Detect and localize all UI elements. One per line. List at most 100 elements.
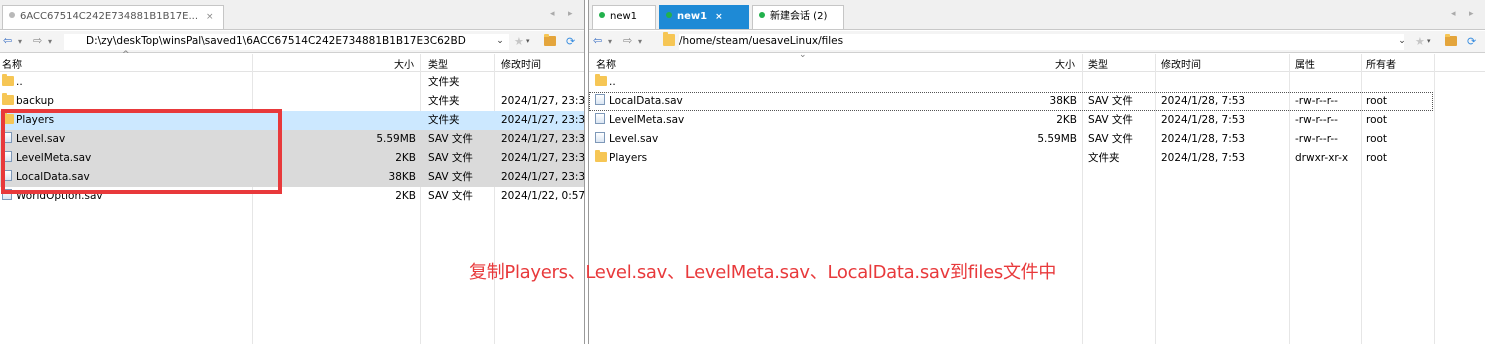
file-owner: root	[1366, 114, 1388, 126]
file-row[interactable]: .. 文件夹	[0, 73, 584, 92]
chevron-down-icon[interactable]: ⌄	[493, 34, 507, 50]
column-name[interactable]: 名称	[2, 56, 22, 71]
back-icon[interactable]: ⇦	[593, 34, 602, 47]
refresh-icon[interactable]: ⟳	[566, 34, 575, 49]
chevron-down-icon[interactable]: ⌄	[1395, 34, 1409, 50]
sort-indicator-icon: ^	[122, 50, 130, 60]
file-modified: 2024/1/27, 23:33	[501, 133, 585, 145]
close-icon[interactable]: ×	[206, 12, 214, 22]
forward-icon[interactable]: ⇨	[33, 34, 42, 47]
column-permissions[interactable]: 属性	[1295, 56, 1315, 71]
folder-icon	[663, 32, 675, 49]
back-dropdown-icon[interactable]: ▾	[18, 37, 22, 46]
file-name: ..	[609, 76, 616, 88]
file-type: 文件夹	[428, 76, 460, 88]
back-dropdown-icon[interactable]: ▾	[608, 37, 612, 46]
right-tab-bar: new1 new1 × 新建会话 (2) ◂ ▸	[589, 0, 1485, 30]
column-type[interactable]: 类型	[1088, 56, 1108, 71]
star-icon[interactable]: ★	[1415, 34, 1425, 49]
sort-indicator-icon: ⌄	[799, 50, 807, 60]
file-name: ..	[16, 76, 23, 88]
file-row[interactable]: LocalData.sav 38KB SAV 文件 2024/1/28, 7:53 -r…	[589, 92, 1433, 111]
file-name: Players	[609, 152, 648, 164]
folder-icon	[2, 74, 14, 86]
instruction-annotation: 复制Players、Level.sav、LevelMeta.sav、LocalD…	[469, 262, 1057, 283]
left-file-pane: 6ACC67514C242E734881B1B17E... × ◂ ▸ ⇦ ▾ ⇨…	[0, 0, 585, 344]
folder-icon	[595, 150, 607, 162]
file-icon	[595, 132, 605, 143]
folder-icon[interactable]	[1445, 34, 1457, 49]
file-size: 2KB	[1056, 114, 1077, 126]
scroll-left-icon[interactable]: ◂	[1451, 9, 1456, 19]
tab-new1[interactable]: new1	[592, 5, 656, 29]
left-address-bar: ⇦ ▾ ⇨ ▾ D:\zy\deskTop\winsPal\saved1\6AC…	[0, 31, 584, 53]
status-dot-icon	[666, 12, 672, 18]
close-icon[interactable]: ×	[715, 12, 723, 22]
forward-dropdown-icon[interactable]: ▾	[638, 37, 642, 46]
folder-icon	[595, 74, 607, 86]
file-row[interactable]: Level.sav 5.59MB SAV 文件 2024/1/28, 7:53 -rw-…	[589, 130, 1485, 149]
file-permissions: -rw-r--r--	[1295, 133, 1338, 145]
file-modified: 2024/1/28, 7:53	[1161, 133, 1246, 145]
file-type: SAV 文件	[428, 133, 473, 145]
tab-title: new1	[610, 11, 638, 22]
file-owner: root	[1366, 133, 1388, 145]
column-divider	[1434, 54, 1435, 344]
file-row[interactable]: Players 文件夹 2024/1/28, 7:53 drwxr-xr-x root	[589, 149, 1485, 168]
column-modified[interactable]: 修改时间	[501, 56, 541, 71]
status-dot-icon	[759, 12, 765, 18]
file-row[interactable]: ..	[589, 73, 1485, 92]
file-name: LevelMeta.sav	[609, 114, 685, 126]
right-address-bar: ⇦ ▾ ⇨ ▾ /home/steam/uesaveLinux/files ⌄ …	[589, 31, 1485, 53]
file-type: SAV 文件	[428, 190, 473, 202]
scroll-right-icon[interactable]: ▸	[1469, 9, 1474, 19]
left-tab-bar: 6ACC67514C242E734881B1B17E... × ◂ ▸	[0, 0, 584, 30]
bookmark-dropdown-icon[interactable]: ▾	[526, 34, 530, 49]
file-owner: root	[1366, 95, 1388, 107]
column-owner[interactable]: 所有者	[1366, 56, 1396, 71]
tab-left-session[interactable]: 6ACC67514C242E734881B1B17E... ×	[2, 5, 224, 29]
file-modified: 2024/1/28, 7:53	[1161, 114, 1246, 126]
file-type: 文件夹	[428, 95, 460, 107]
file-name: LocalData.sav	[609, 95, 683, 107]
file-type: 文件夹	[1088, 152, 1120, 164]
file-type: SAV 文件	[428, 152, 473, 164]
forward-icon[interactable]: ⇨	[623, 34, 632, 47]
file-owner: root	[1366, 152, 1388, 164]
file-icon	[595, 94, 605, 105]
column-type[interactable]: 类型	[428, 56, 448, 71]
file-row[interactable]: LevelMeta.sav 2KB SAV 文件 2024/1/28, 7:53 -rw…	[589, 111, 1485, 130]
refresh-icon[interactable]: ⟳	[1467, 34, 1476, 49]
folder-icon[interactable]	[544, 34, 556, 49]
tab-new1-active[interactable]: new1 ×	[659, 5, 749, 29]
file-modified: 2024/1/28, 7:53	[1161, 95, 1246, 107]
file-type: SAV 文件	[1088, 95, 1133, 107]
column-name[interactable]: 名称	[596, 56, 616, 71]
scroll-right-icon[interactable]: ▸	[568, 9, 573, 19]
file-modified: 2024/1/27, 23:33	[501, 171, 585, 183]
bookmark-dropdown-icon[interactable]: ▾	[1427, 34, 1431, 49]
file-type: SAV 文件	[428, 171, 473, 183]
file-modified: 2024/1/22, 0:57	[501, 190, 585, 202]
highlight-box	[1, 109, 282, 194]
column-size[interactable]: 大小	[394, 56, 414, 71]
file-icon	[595, 113, 605, 124]
right-column-header: 名称 ⌄ 大小 类型 修改时间 属性 所有者	[589, 50, 1485, 72]
file-size: 38KB	[1049, 95, 1077, 107]
tab-new-session[interactable]: 新建会话 (2)	[752, 5, 844, 29]
file-modified: 2024/1/27, 23:33	[501, 114, 585, 126]
path-input[interactable]: D:\zy\deskTop\winsPal\saved1\6ACC67514C2…	[64, 34, 509, 50]
file-name: Level.sav	[609, 133, 659, 145]
column-size[interactable]: 大小	[1055, 56, 1075, 71]
left-column-header: 名称 ^ 大小 类型 修改时间	[0, 50, 584, 72]
forward-dropdown-icon[interactable]: ▾	[48, 37, 52, 46]
folder-icon	[2, 93, 14, 105]
tab-title: new1	[677, 11, 708, 22]
path-input[interactable]: /home/steam/uesaveLinux/files	[679, 34, 1404, 50]
column-modified[interactable]: 修改时间	[1161, 56, 1201, 71]
file-modified: 2024/1/27, 23:33	[501, 95, 585, 107]
scroll-left-icon[interactable]: ◂	[550, 9, 555, 19]
file-modified: 2024/1/28, 7:53	[1161, 152, 1246, 164]
star-icon[interactable]: ★	[514, 34, 524, 49]
back-icon[interactable]: ⇦	[3, 34, 12, 47]
